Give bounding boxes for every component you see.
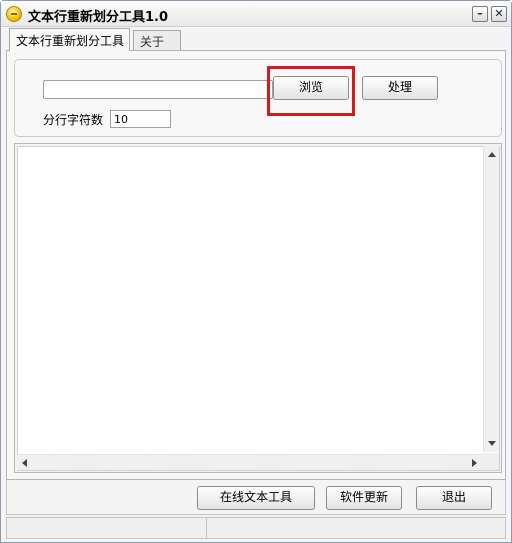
title-bar: 文本行重新划分工具1.0 – ✕ (1, 1, 511, 27)
settings-group: 浏览 处理 分行字符数 (14, 59, 502, 137)
horizontal-scrollbar[interactable] (17, 454, 483, 470)
online-tools-button[interactable]: 在线文本工具 (197, 486, 315, 510)
app-coin-icon (6, 6, 22, 22)
output-textarea[interactable] (17, 146, 500, 471)
vertical-scrollbar[interactable] (483, 146, 499, 452)
scroll-down-icon[interactable] (488, 441, 496, 446)
scroll-up-icon[interactable] (488, 152, 496, 157)
window-title: 文本行重新划分工具1.0 (28, 10, 169, 25)
tab-about[interactable]: 关于 (133, 30, 181, 50)
software-update-button[interactable]: 软件更新 (326, 486, 402, 510)
button-bar: 在线文本工具 软件更新 退出 (6, 480, 506, 515)
main-window: 文本行重新划分工具1.0 – ✕ 文本行重新划分工具 关于 浏览 处理 分行字符… (0, 0, 512, 543)
exit-button[interactable]: 退出 (416, 486, 492, 510)
status-segment-1 (7, 518, 207, 538)
chars-per-line-label: 分行字符数 (43, 113, 104, 127)
minimize-button[interactable]: – (472, 6, 488, 22)
scroll-right-icon[interactable] (472, 459, 477, 467)
close-button[interactable]: ✕ (491, 6, 507, 22)
scroll-left-icon[interactable] (22, 459, 27, 467)
browse-button[interactable]: 浏览 (273, 76, 349, 100)
status-segment-2 (208, 518, 505, 538)
scroll-corner (482, 453, 499, 470)
chars-per-line-input[interactable] (110, 110, 171, 128)
tab-panel: 浏览 处理 分行字符数 (6, 50, 506, 480)
tab-splitter-tool[interactable]: 文本行重新划分工具 (9, 28, 130, 51)
process-button[interactable]: 处理 (362, 76, 438, 100)
file-path-input[interactable] (43, 80, 273, 99)
output-frame (14, 143, 502, 473)
status-bar (6, 517, 506, 539)
